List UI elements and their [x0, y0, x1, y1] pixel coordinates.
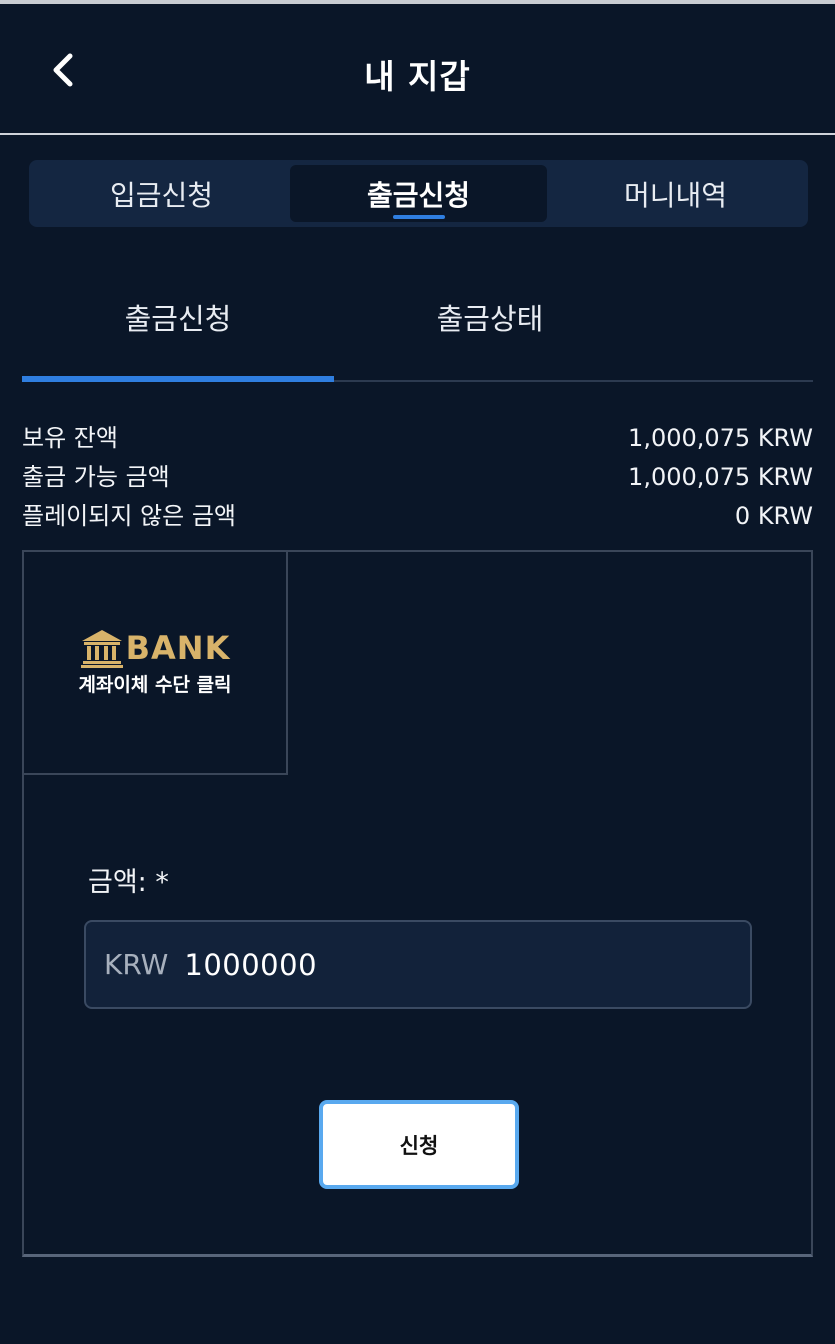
currency-prefix: KRW [104, 948, 169, 981]
bank-transfer-option[interactable]: BANK 계좌이체 수단 클릭 [24, 552, 288, 775]
main-tab-bar: 입금신청 출금신청 머니내역 [29, 160, 808, 227]
tab-money-history[interactable]: 머니내역 [547, 165, 804, 222]
bank-building-icon [80, 630, 123, 668]
tab-deposit-request[interactable]: 입금신청 [33, 165, 290, 222]
balance-row-held: 보유 잔액 1,000,075 KRW [22, 420, 813, 459]
amount-input[interactable]: KRW 1000000 [84, 920, 752, 1009]
balance-label: 보유 잔액 [22, 424, 118, 452]
withdraw-form-panel: BANK 계좌이체 수단 클릭 금액: * KRW 1000000 신청 [22, 550, 813, 1257]
amount-value[interactable]: 1000000 [184, 948, 317, 982]
balance-value: 0 KRW [734, 502, 813, 530]
sub-tab-bar: 출금신청 출금상태 [22, 280, 813, 382]
balance-label: 출금 가능 금액 [22, 463, 170, 491]
bank-option-caption: 계좌이체 수단 클릭 [78, 674, 232, 696]
subtab-withdraw-status[interactable]: 출금상태 [334, 280, 646, 380]
bank-logo: BANK [80, 628, 231, 668]
submit-button[interactable]: 신청 [319, 1100, 519, 1189]
app-header: 내 지갑 [0, 4, 835, 135]
balance-summary: 보유 잔액 1,000,075 KRW 출금 가능 금액 1,000,075 K… [22, 420, 813, 537]
balance-label: 플레이되지 않은 금액 [22, 502, 236, 530]
page-title: 내 지갑 [364, 57, 471, 96]
balance-value: 1,000,075 KRW [628, 463, 813, 491]
subtab-withdraw-request[interactable]: 출금신청 [22, 280, 334, 382]
balance-row-withdrawable: 출금 가능 금액 1,000,075 KRW [22, 459, 813, 498]
amount-label: 금액: * [88, 867, 169, 898]
tab-withdraw-request[interactable]: 출금신청 [290, 165, 547, 222]
balance-value: 1,000,075 KRW [628, 424, 813, 452]
balance-row-unplayed: 플레이되지 않은 금액 0 KRW [22, 498, 813, 537]
bank-logo-text: BANK [125, 629, 231, 667]
